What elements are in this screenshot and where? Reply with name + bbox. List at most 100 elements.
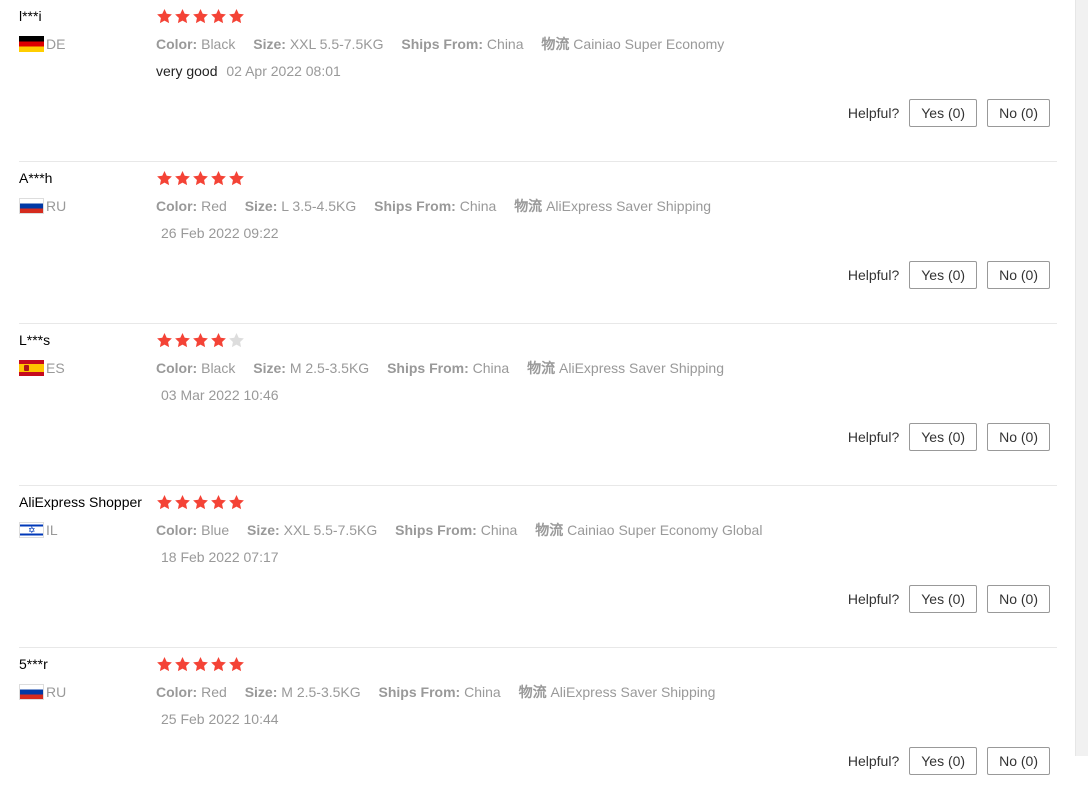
spain-flag-icon [19, 360, 44, 376]
star-filled-icon [174, 332, 192, 350]
reviewer-country: ES [19, 360, 154, 376]
russia-flag-icon [19, 684, 44, 700]
order-details: Color: Red Size: M 2.5-3.5KG Ships From:… [156, 683, 1057, 701]
helpful-no-button[interactable]: No (0) [987, 261, 1050, 289]
logistics-label: 物流 [518, 684, 547, 700]
order-details: Color: Red Size: L 3.5-4.5KG Ships From:… [156, 197, 1057, 215]
helpful-label: Helpful? [847, 753, 900, 769]
helpful-yes-button[interactable]: Yes (0) [909, 423, 978, 451]
reviewer-country: DE [19, 36, 154, 52]
review-item: 5***r RU Color: Red Size: M 2.5-3.5KG Sh… [19, 648, 1057, 810]
reviewer-name: L***s [19, 332, 51, 348]
reviewer-info: A***h RU [19, 168, 154, 214]
country-code: DE [46, 36, 66, 52]
size-label: Size: [247, 522, 280, 538]
star-filled-icon [228, 656, 246, 674]
helpful-no-button[interactable]: No (0) [987, 99, 1050, 127]
star-filled-icon [228, 170, 246, 188]
size-label: Size: [253, 36, 286, 52]
order-details: Color: Black Size: XXL 5.5-7.5KG Ships F… [156, 35, 1057, 53]
review-item: AliExpress Shopper IL Color: Blue Size: … [19, 486, 1057, 648]
helpful-label: Helpful? [847, 105, 900, 121]
helpful-label: Helpful? [847, 591, 900, 607]
star-filled-icon [210, 8, 228, 26]
helpful-no-button[interactable]: No (0) [987, 423, 1050, 451]
ships-from-label: Ships From: [395, 522, 477, 538]
reviewer-info: l***i DE [19, 6, 154, 52]
ships-from-value: China [472, 360, 510, 376]
logistics-value: AliExpress Saver Shipping [550, 684, 716, 700]
color-label: Color: [156, 198, 198, 214]
color-value: Blue [201, 522, 230, 538]
russia-flag-icon [19, 198, 44, 214]
helpful-yes-button[interactable]: Yes (0) [909, 261, 978, 289]
logistics-label: 物流 [514, 198, 543, 214]
star-filled-icon [210, 332, 228, 350]
reviewer-info: 5***r RU [19, 654, 154, 700]
ships-from-label: Ships From: [387, 360, 469, 376]
review-date: 18 Feb 2022 07:17 [161, 549, 279, 565]
review-date: 02 Apr 2022 08:01 [226, 63, 341, 79]
helpful-vote: Helpful? Yes (0) No (0) [848, 747, 1050, 775]
reviewer-name: AliExpress Shopper [19, 494, 142, 510]
size-label: Size: [253, 360, 286, 376]
size-value: XXL 5.5-7.5KG [289, 36, 384, 52]
star-filled-icon [156, 332, 174, 350]
country-code: RU [46, 684, 67, 700]
reviewer-name: A***h [19, 170, 53, 186]
order-details: Color: Black Size: M 2.5-3.5KG Ships Fro… [156, 359, 1057, 377]
reviewer-country: RU [19, 684, 154, 700]
germany-flag-icon [19, 36, 44, 52]
color-value: Red [201, 684, 227, 700]
review-date: 03 Mar 2022 10:46 [161, 387, 279, 403]
helpful-yes-button[interactable]: Yes (0) [909, 99, 978, 127]
color-label: Color: [156, 522, 198, 538]
reviewer-country: RU [19, 198, 154, 214]
ships-from-value: China [464, 684, 501, 700]
star-filled-icon [192, 332, 210, 350]
logistics-value: AliExpress Saver Shipping [559, 360, 724, 376]
size-value: XXL 5.5-7.5KG [283, 522, 378, 538]
vertical-scrollbar[interactable] [1075, 0, 1088, 756]
ships-from-label: Ships From: [401, 36, 484, 52]
helpful-no-button[interactable]: No (0) [987, 747, 1050, 775]
helpful-no-button[interactable]: No (0) [987, 585, 1050, 613]
star-filled-icon [174, 494, 192, 512]
ships-from-label: Ships From: [374, 198, 456, 214]
star-empty-icon [228, 332, 246, 350]
star-rating [156, 8, 1057, 26]
ships-from-value: China [459, 198, 497, 214]
star-filled-icon [174, 656, 192, 674]
star-filled-icon [156, 494, 174, 512]
logistics-value: AliExpress Saver Shipping [546, 198, 712, 214]
size-value: M 2.5-3.5KG [289, 360, 370, 376]
ships-from-value: China [480, 522, 518, 538]
helpful-label: Helpful? [847, 429, 900, 445]
review-item: L***s ES Color: Black Size: M 2.5-3.5KG … [19, 324, 1057, 486]
star-rating [156, 494, 1057, 512]
logistics-label: 物流 [527, 360, 556, 376]
color-label: Color: [156, 684, 198, 700]
color-value: Black [201, 360, 236, 376]
star-filled-icon [156, 656, 174, 674]
helpful-label: Helpful? [847, 267, 900, 283]
scrollbar-thumb[interactable] [1078, 0, 1086, 756]
logistics-value: Cainiao Super Economy Global [567, 522, 763, 538]
helpful-yes-button[interactable]: Yes (0) [909, 747, 978, 775]
star-filled-icon [228, 8, 246, 26]
reviewer-name: l***i [19, 8, 42, 24]
reviewer-name: 5***r [19, 656, 48, 672]
helpful-vote: Helpful? Yes (0) No (0) [848, 585, 1050, 613]
logistics-label: 物流 [541, 36, 570, 52]
size-value: L 3.5-4.5KG [281, 198, 357, 214]
helpful-yes-button[interactable]: Yes (0) [909, 585, 978, 613]
feedback-list: l***i DE Color: Black Size: XXL 5.5-7.5K… [19, 0, 1057, 810]
star-rating [156, 332, 1057, 350]
reviewer-country: IL [19, 522, 154, 538]
star-filled-icon [156, 8, 174, 26]
star-filled-icon [210, 170, 228, 188]
star-filled-icon [192, 494, 210, 512]
country-code: ES [46, 360, 65, 376]
country-code: RU [46, 198, 67, 214]
helpful-vote: Helpful? Yes (0) No (0) [848, 423, 1050, 451]
